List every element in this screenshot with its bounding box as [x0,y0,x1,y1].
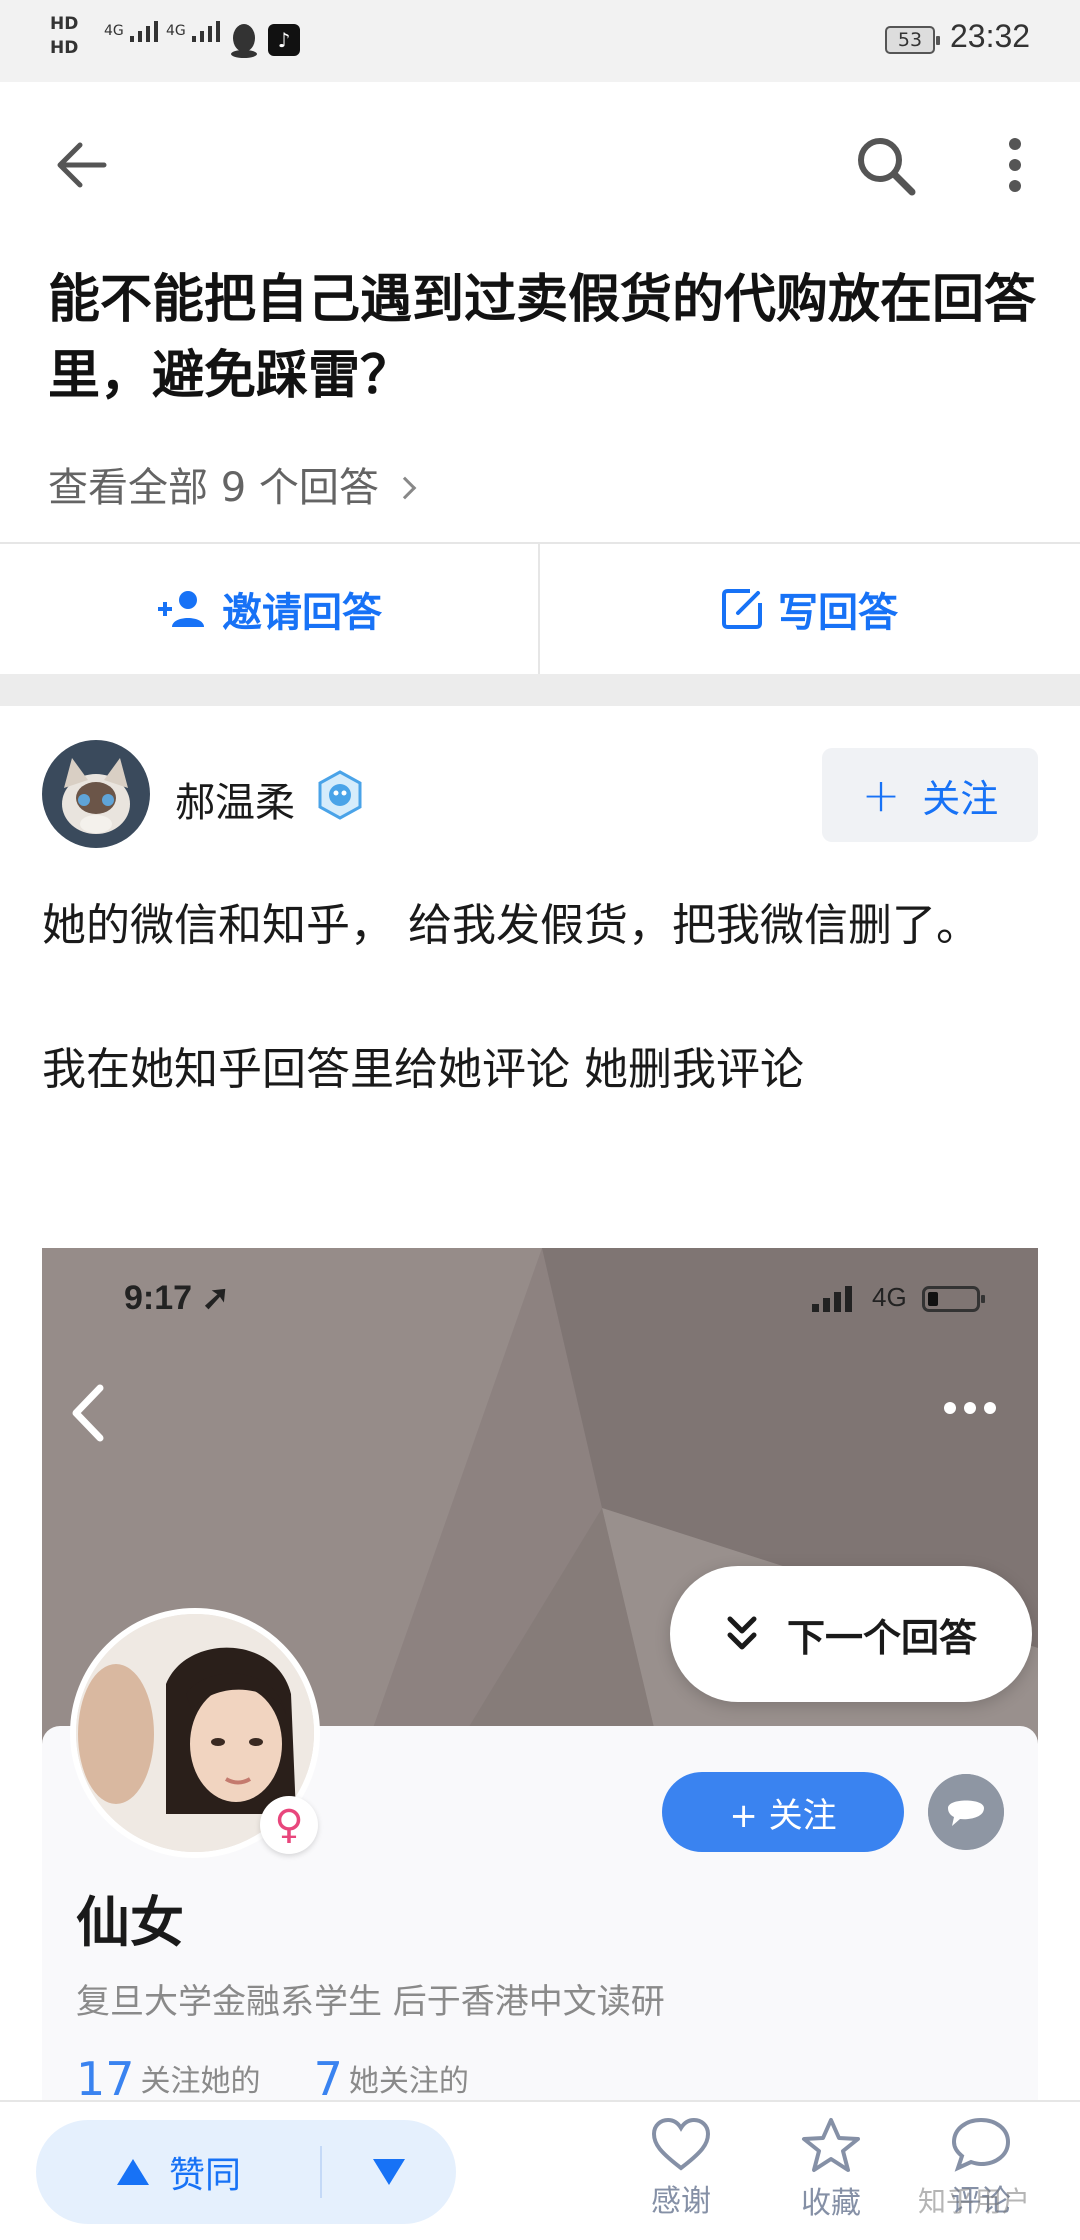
collect-label: 收藏 [801,2186,861,2221]
embedded-more-icon[interactable] [942,1398,998,1418]
vote-pill: 赞同 [36,2120,456,2224]
chevron-right-icon [393,476,417,500]
followers-count: 17 [76,2052,135,2100]
embedded-message-icon[interactable] [928,1774,1004,1850]
embedded-profile-bio: 复旦大学金融系学生 后于香港中文读研 [76,1982,665,2022]
tiktok-icon: ♪ [268,24,300,56]
qq-penguin-icon [231,24,257,58]
embedded-battery-icon [922,1286,985,1312]
author-avatar[interactable] [42,740,150,848]
view-all-answers-label: 查看全部 9 个回答 [48,465,379,511]
next-answer-button[interactable]: 下一个回答 [670,1566,1032,1702]
watermark: 知乎用户 [918,2185,1031,2218]
search-icon[interactable] [852,132,918,198]
following-count: 7 [313,2052,343,2100]
view-all-answers-link[interactable]: 查看全部 9 个回答 [48,455,417,513]
collect-button[interactable]: 收藏 [776,2116,886,2222]
add-user-icon [158,591,204,627]
upvote-button[interactable]: 赞同 [36,2120,320,2224]
answer-body: 她的微信和知乎， 给我发假货，把我微信删了。 我在她知乎回答里给她评论 她删我评… [42,890,1002,1178]
more-vertical-icon[interactable] [992,132,1038,198]
embedded-follow-button[interactable]: + 关注 [662,1772,904,1852]
embedded-signal-icon [812,1286,852,1312]
answer-image[interactable]: 9:17 ➚ 4G ♀ + 关注 仙女 复旦大学金融系学生 后于香港中文读研 1… [42,1248,1038,2100]
follow-author-button[interactable]: + 关注 [822,748,1038,842]
question-actions: 邀请回答 写回答 [0,544,1080,674]
followers-label: 关注她的 [140,2064,261,2099]
plus-icon: + [861,768,901,822]
author-name[interactable]: 郝温柔 [175,770,295,828]
write-answer-button[interactable]: 写回答 [540,544,1078,674]
answer-paragraph: 她的微信和知乎， 给我发假货，把我微信删了。 [42,900,980,951]
battery-icon: 53 [885,26,940,54]
status-time: 23:32 [950,18,1031,54]
edit-icon [722,589,762,629]
embedded-network: 4G [872,1282,907,1312]
female-gender-icon: ♀ [260,1796,318,1854]
invite-answer-label: 邀请回答 [222,590,382,636]
double-chevron-down-icon [727,1616,757,1650]
next-answer-label: 下一个回答 [786,1615,977,1660]
embedded-profile-name: 仙女 [76,1891,184,1954]
answer-paragraph: 我在她知乎回答里给她评论 她删我评论 [42,1044,804,1095]
heart-icon [651,2117,711,2171]
verified-badge-icon [318,770,362,820]
downvote-button[interactable] [322,2120,456,2224]
signal-2-icon: 4G [166,18,230,44]
star-icon [802,2118,860,2172]
following-label: 她关注的 [348,2064,469,2099]
signal-1-icon: 4G [104,18,168,44]
thanks-button[interactable]: 感谢 [626,2116,736,2220]
follow-label: 关注 [922,776,999,821]
triangle-down-icon [373,2159,405,2185]
write-answer-label: 写回答 [778,590,898,636]
embedded-back-icon[interactable] [64,1378,114,1448]
thanks-label: 感谢 [651,2184,711,2219]
triangle-up-icon [116,2159,149,2185]
hd-indicator: HD HD [50,14,79,58]
status-bar: HD HD 4G 4G ♪ 53 23:32 [0,0,1080,82]
embedded-status-time: 9:17 ➚ [124,1279,230,1317]
embedded-profile-stats: 17 关注她的 7 她关注的 [76,2048,469,2100]
zhihu-answer-page: HD HD 4G 4G ♪ 53 23:32 能不能把自己遇到过卖假货的代购放在… [0,0,1080,2240]
comment-bubble-icon [951,2117,1011,2172]
question-title[interactable]: 能不能把自己遇到过卖假货的代购放在回答里，避免踩雷？ [48,262,1038,414]
back-arrow-icon[interactable] [52,135,112,195]
section-gap [0,674,1080,706]
invite-answer-button[interactable]: 邀请回答 [0,544,538,674]
upvote-label: 赞同 [168,2155,241,2196]
